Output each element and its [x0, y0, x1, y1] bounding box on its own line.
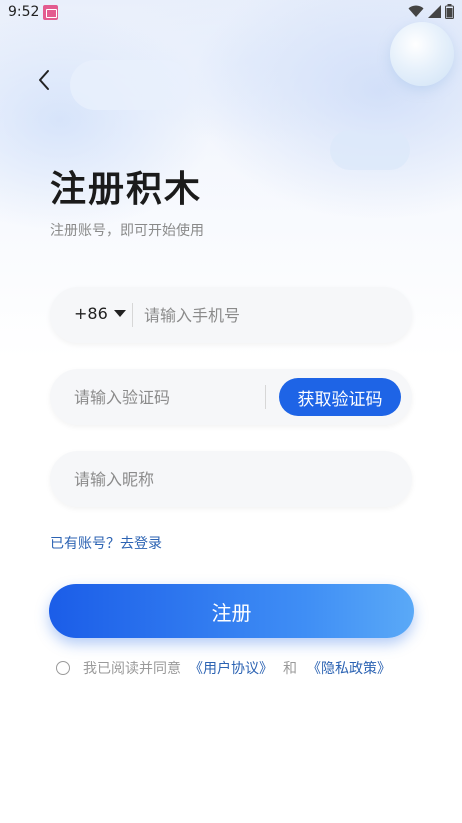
get-code-button[interactable]: 获取验证码 [279, 378, 401, 416]
wifi-icon [408, 5, 424, 17]
field-divider [265, 385, 266, 409]
agreement-checkbox[interactable] [56, 661, 70, 675]
agreement-row: 我已阅读并同意 《用户协议》 和 《隐私政策》 [56, 658, 391, 678]
status-bar: 9:52 [0, 0, 462, 26]
dropdown-caret-icon [113, 310, 126, 317]
app-notification-icon [43, 5, 58, 20]
decorative-bubble [390, 22, 454, 86]
decorative-shape [330, 130, 410, 170]
register-button[interactable]: 注册 [49, 584, 414, 638]
back-button[interactable] [28, 64, 60, 96]
login-link[interactable]: 已有账号？去登录 [50, 533, 162, 553]
field-divider [132, 303, 133, 327]
privacy-policy-link[interactable]: 《隐私政策》 [307, 658, 391, 678]
back-chevron-icon [39, 70, 49, 90]
phone-field: +86 [50, 287, 412, 343]
verification-code-field: 获取验证码 [50, 369, 412, 425]
signal-icon [428, 5, 441, 18]
phone-input[interactable] [144, 287, 394, 343]
nickname-field [50, 451, 412, 507]
nickname-input[interactable] [74, 451, 394, 507]
country-code-selector[interactable]: +86 [74, 304, 126, 323]
agreement-and: 和 [283, 661, 297, 677]
battery-icon [445, 4, 454, 19]
decorative-shape [70, 60, 190, 110]
status-icons [408, 4, 454, 19]
page-title: 注册积木 [50, 169, 203, 210]
user-agreement-link[interactable]: 《用户协议》 [189, 658, 273, 678]
verification-code-input[interactable] [74, 369, 264, 425]
status-time: 9:52 [8, 4, 40, 20]
country-code-label: +86 [74, 304, 108, 323]
agreement-prefix: 我已阅读并同意 [83, 661, 181, 677]
page-subtitle: 注册账号，即可开始使用 [50, 223, 204, 239]
